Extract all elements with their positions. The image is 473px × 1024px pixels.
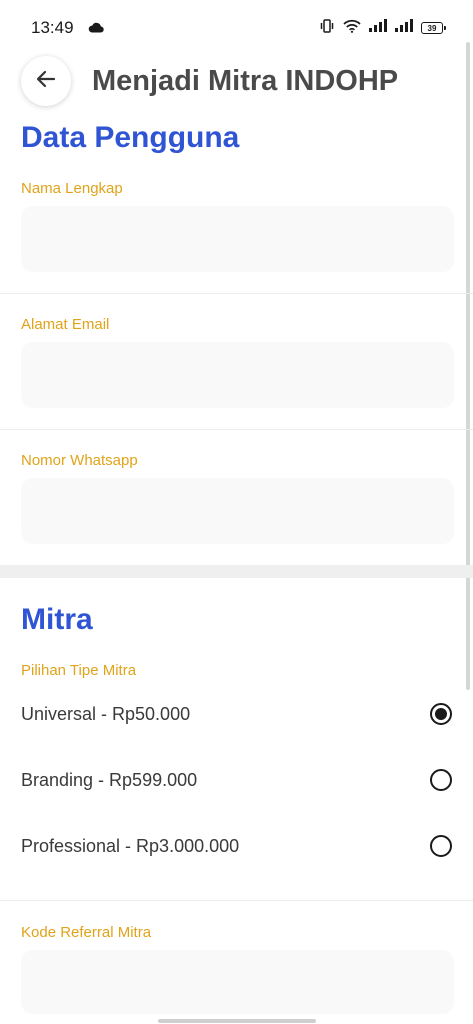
field-label-tipe-mitra: Pilihan Tipe Mitra — [21, 662, 137, 679]
home-indicator[interactable] — [158, 1019, 316, 1023]
divider — [0, 429, 473, 430]
section-title-data-pengguna: Data Pengguna — [21, 121, 240, 154]
radio-option-professional[interactable]: Professional - Rp3.000.000 — [0, 818, 473, 874]
screen: 13:49 39 Menjadi Mitra INDOHP Data Pengg… — [0, 0, 473, 1024]
alamat-email-input[interactable] — [21, 342, 454, 408]
status-time: 13:49 — [31, 18, 74, 37]
back-button[interactable] — [21, 56, 71, 106]
status-left: 13:49 — [31, 18, 104, 38]
nomor-whatsapp-input[interactable] — [21, 478, 454, 544]
cloud-icon — [88, 18, 104, 38]
page-title: Menjadi Mitra INDOHP — [92, 65, 399, 97]
battery-level: 39 — [427, 23, 437, 33]
radio-option-universal[interactable]: Universal - Rp50.000 — [0, 686, 473, 742]
field-label-nomor-whatsapp: Nomor Whatsapp — [21, 452, 138, 469]
section-title-mitra: Mitra — [21, 603, 93, 636]
field-label-nama-lengkap: Nama Lengkap — [21, 180, 123, 197]
battery-icon: 39 — [421, 22, 446, 34]
signal-icon — [369, 19, 387, 37]
radio-button-selected[interactable] — [430, 703, 452, 725]
nama-lengkap-input[interactable] — [21, 206, 454, 272]
radio-option-branding[interactable]: Branding - Rp599.000 — [0, 752, 473, 808]
vibrate-icon — [319, 18, 335, 38]
divider — [0, 293, 473, 294]
status-bar: 13:49 39 — [0, 0, 473, 56]
field-label-alamat-email: Alamat Email — [21, 316, 110, 333]
radio-label: Professional - Rp3.000.000 — [21, 836, 240, 856]
kode-referral-input[interactable] — [21, 950, 454, 1014]
wifi-icon — [343, 19, 361, 38]
section-separator — [0, 565, 473, 578]
radio-label: Universal - Rp50.000 — [21, 704, 191, 724]
scrollbar-thumb[interactable] — [466, 42, 470, 690]
radio-button[interactable] — [430, 835, 452, 857]
arrow-left-icon — [34, 67, 58, 96]
radio-label: Branding - Rp599.000 — [21, 770, 198, 790]
divider — [0, 900, 473, 901]
field-label-kode-referral: Kode Referral Mitra — [21, 924, 152, 941]
status-right: 39 — [319, 18, 446, 38]
signal-icon — [395, 19, 413, 37]
radio-button[interactable] — [430, 769, 452, 791]
